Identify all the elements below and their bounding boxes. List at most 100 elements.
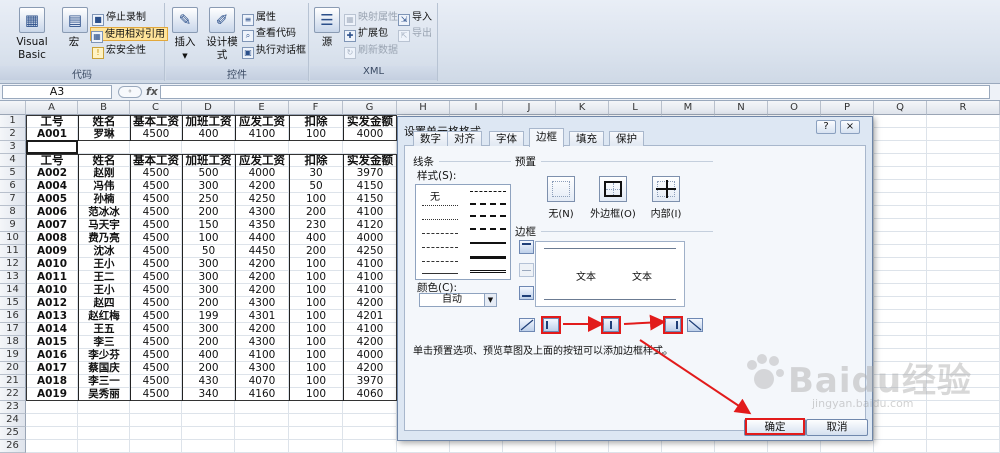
row-header-4[interactable]: 4: [0, 154, 26, 167]
line-style-medium-dashed[interactable]: [470, 228, 506, 230]
column-header-f[interactable]: F: [289, 101, 343, 115]
line-style-none[interactable]: 无: [430, 188, 440, 203]
name-box[interactable]: A3: [2, 85, 112, 99]
border-top-button[interactable]: [519, 240, 534, 254]
column-header-l[interactable]: L: [609, 101, 662, 115]
stop-recording-button[interactable]: ■ 停止录制: [92, 11, 146, 26]
tab-border[interactable]: 边框: [529, 128, 564, 147]
view-code-button[interactable]: ⌕ 查看代码: [242, 27, 296, 42]
line-style-medium-dash-dot[interactable]: [470, 215, 506, 217]
preset-none-button[interactable]: 无(N): [541, 176, 581, 220]
row-header-9[interactable]: 9: [0, 219, 26, 232]
column-header-c[interactable]: C: [130, 101, 182, 115]
border-inside-horizontal-button[interactable]: [519, 263, 534, 277]
select-all-corner[interactable]: [0, 101, 26, 115]
visual-basic-button[interactable]: ▦ Visual Basic: [4, 7, 60, 62]
column-header-r[interactable]: R: [927, 101, 1000, 115]
line-style-list[interactable]: 无: [415, 184, 511, 280]
line-style-dash-dot[interactable]: [422, 247, 458, 248]
design-mode-button[interactable]: ✐ 设计模式: [202, 7, 242, 62]
row-header-11[interactable]: 11: [0, 245, 26, 258]
border-diagonal-up-button[interactable]: [519, 318, 535, 332]
line-style-thin[interactable]: [422, 273, 458, 274]
map-properties-button[interactable]: ▦ 映射属性: [344, 11, 398, 26]
column-header-o[interactable]: O: [768, 101, 821, 115]
tab-font[interactable]: 字体: [489, 131, 524, 146]
row-header-3[interactable]: 3: [0, 141, 26, 154]
row-header-1[interactable]: 1: [0, 115, 26, 128]
row-header-7[interactable]: 7: [0, 193, 26, 206]
color-select[interactable]: 自动 ▼: [419, 293, 497, 307]
line-style-medium-dash-dot-dot[interactable]: [470, 191, 506, 192]
row-header-5[interactable]: 5: [0, 167, 26, 180]
column-header-b[interactable]: B: [78, 101, 130, 115]
row-header-21[interactable]: 21: [0, 375, 26, 388]
use-relative-references-button[interactable]: ▦ 使用相对引用: [90, 27, 168, 43]
column-header-d[interactable]: D: [182, 101, 235, 115]
row-header-26[interactable]: 26: [0, 440, 26, 453]
tab-number[interactable]: 数字: [413, 131, 448, 146]
row-header-22[interactable]: 22: [0, 388, 26, 401]
line-style-thick[interactable]: [470, 256, 506, 259]
row-header-16[interactable]: 16: [0, 310, 26, 323]
refresh-data-button[interactable]: ↻ 刷新数据: [344, 44, 398, 59]
column-header-m[interactable]: M: [662, 101, 715, 115]
xml-source-button[interactable]: ☰ 源: [314, 7, 340, 49]
row-header-8[interactable]: 8: [0, 206, 26, 219]
preset-outline-button[interactable]: 外边框(O): [585, 176, 641, 220]
column-header-p[interactable]: P: [821, 101, 874, 115]
row-header-15[interactable]: 15: [0, 297, 26, 310]
border-preview[interactable]: 文本 文本: [535, 241, 685, 307]
column-header-a[interactable]: A: [26, 101, 78, 115]
run-dialog-button[interactable]: ▣ 执行对话框: [242, 44, 306, 59]
column-header-g[interactable]: G: [343, 101, 397, 115]
row-header-17[interactable]: 17: [0, 323, 26, 336]
insert-function-icon[interactable]: fx: [146, 85, 158, 98]
tab-alignment[interactable]: 对齐: [447, 131, 482, 146]
column-header-n[interactable]: N: [715, 101, 768, 115]
row-header-13[interactable]: 13: [0, 271, 26, 284]
expansion-packs-button[interactable]: ✚ 扩展包: [344, 27, 388, 42]
row-header-12[interactable]: 12: [0, 258, 26, 271]
cancel-button[interactable]: 取消: [806, 419, 868, 436]
insert-control-button[interactable]: ✎ 插入 ▼: [172, 7, 198, 63]
border-diagonal-down-button[interactable]: [687, 318, 703, 332]
formula-input[interactable]: [160, 85, 990, 99]
row-header-6[interactable]: 6: [0, 180, 26, 193]
row-header-25[interactable]: 25: [0, 427, 26, 440]
row-header-20[interactable]: 20: [0, 362, 26, 375]
macro-security-button[interactable]: ! 宏安全性: [92, 44, 146, 59]
tab-protection[interactable]: 保护: [609, 131, 644, 146]
column-header-q[interactable]: Q: [874, 101, 927, 115]
row-header-14[interactable]: 14: [0, 284, 26, 297]
column-header-h[interactable]: H: [397, 101, 450, 115]
import-button[interactable]: ⇲ 导入: [398, 11, 432, 26]
line-style-double[interactable]: [470, 270, 506, 273]
column-header-e[interactable]: E: [235, 101, 289, 115]
column-header-i[interactable]: I: [450, 101, 503, 115]
line-style-dotted[interactable]: [422, 219, 458, 220]
column-header-k[interactable]: K: [556, 101, 609, 115]
macros-button[interactable]: ▤ 宏: [62, 7, 88, 49]
highlight-inside-vertical: [601, 316, 621, 334]
border-bottom-button[interactable]: [519, 286, 534, 300]
properties-button[interactable]: ≡ 属性: [242, 11, 276, 26]
line-style-slanted-dash-dot[interactable]: [470, 203, 506, 205]
row-header-10[interactable]: 10: [0, 232, 26, 245]
column-header-j[interactable]: J: [503, 101, 556, 115]
close-button[interactable]: ×: [840, 120, 860, 134]
row-header-24[interactable]: 24: [0, 414, 26, 427]
line-style-medium[interactable]: [470, 242, 506, 244]
export-button[interactable]: ⇱ 导出: [398, 27, 432, 42]
row-header-23[interactable]: 23: [0, 401, 26, 414]
line-style-hair[interactable]: [422, 205, 458, 206]
help-button[interactable]: ?: [816, 120, 836, 134]
name-box-dropdown-icon[interactable]: ◦: [118, 86, 142, 98]
line-style-dashed[interactable]: [422, 261, 458, 262]
row-header-2[interactable]: 2: [0, 128, 26, 141]
tab-fill[interactable]: 填充: [569, 131, 604, 146]
row-header-19[interactable]: 19: [0, 349, 26, 362]
line-style-dash-dot-dot[interactable]: [422, 233, 458, 234]
row-header-18[interactable]: 18: [0, 336, 26, 349]
preset-inside-button[interactable]: 内部(I): [641, 176, 691, 220]
